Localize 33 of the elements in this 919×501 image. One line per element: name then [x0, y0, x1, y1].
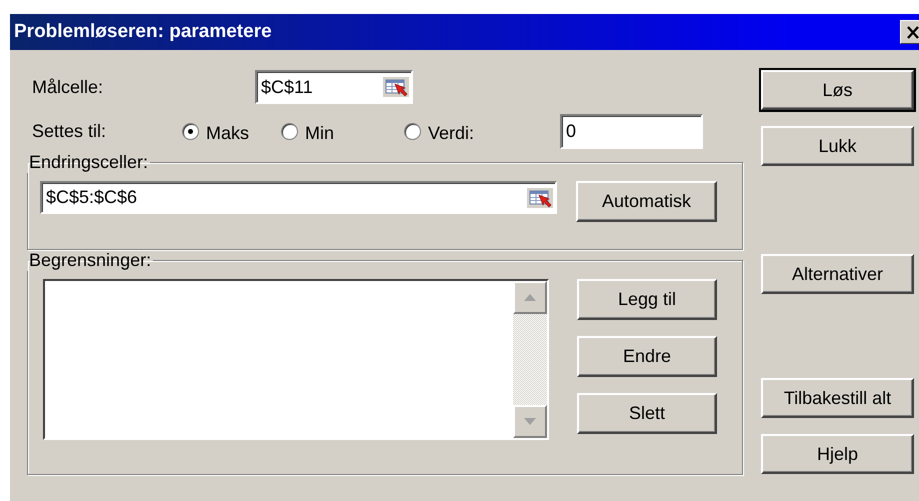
target-cell-field[interactable]: $C$11: [255, 70, 413, 104]
window-title: Problemløseren: parametere: [14, 21, 272, 43]
group-legend: Begrensninger:: [27, 250, 154, 271]
dialog-button[interactable]: Lukk: [761, 126, 914, 166]
constraints-list[interactable]: [43, 279, 549, 440]
up-arrow-icon: [524, 294, 536, 301]
radio-label: Verdi:: [428, 122, 474, 144]
close-button[interactable]: [900, 20, 919, 44]
group-legend: Endringsceller:: [27, 152, 150, 173]
close-icon: [906, 26, 919, 38]
dialog-button[interactable]: Hjelp: [761, 434, 914, 474]
radio-button[interactable]: [404, 122, 421, 140]
scroll-up-button[interactable]: [513, 281, 547, 314]
range-picker-icon[interactable]: [527, 188, 553, 208]
constraint-button[interactable]: Slett: [577, 393, 717, 434]
range-picker-icon[interactable]: [383, 77, 409, 97]
dialog-button[interactable]: Løs: [761, 70, 914, 110]
radio-label: Min: [305, 122, 334, 144]
target-cell-label: Målcelle:: [32, 76, 104, 98]
dialog-button[interactable]: Tilbakestill alt: [761, 378, 914, 418]
constraint-button[interactable]: Endre: [577, 336, 717, 377]
scrollbar[interactable]: [513, 281, 547, 438]
radio-button[interactable]: [281, 122, 298, 140]
scroll-down-button[interactable]: [513, 405, 547, 438]
dialog-button[interactable]: Alternativer: [761, 254, 914, 294]
changing-cells-field[interactable]: $C$5:$C$6: [40, 181, 557, 214]
down-arrow-icon: [524, 418, 536, 425]
radio-label: Maks: [206, 122, 250, 144]
value-field[interactable]: 0: [560, 114, 703, 148]
radio-button[interactable]: [182, 122, 199, 140]
set-to-label: Settes til:: [32, 120, 108, 142]
constraint-button[interactable]: Legg til: [577, 279, 717, 320]
automatic-button[interactable]: Automatisk: [576, 181, 717, 222]
